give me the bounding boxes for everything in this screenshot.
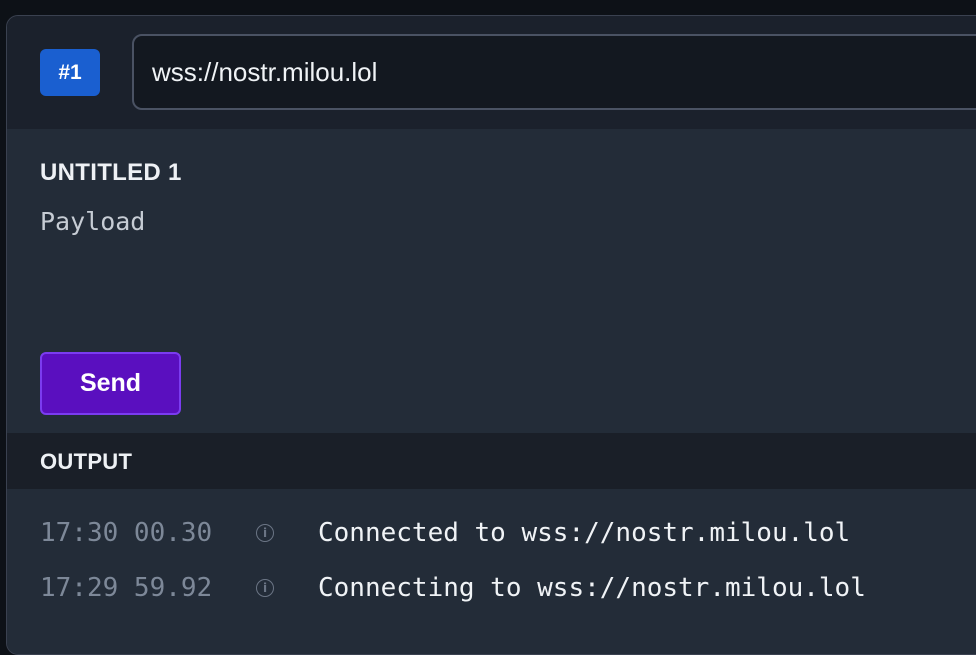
log-entry: 17:30 00.30 i Connected to wss://nostr.m…: [40, 513, 850, 553]
payload-input[interactable]: [40, 207, 940, 327]
connection-bar: #1: [7, 16, 976, 129]
log-entry: 17:29 59.92 i Connecting to wss://nostr.…: [40, 568, 866, 608]
log-message: Connecting to wss://nostr.milou.lol: [318, 573, 866, 603]
output-title: OUTPUT: [40, 449, 133, 474]
editor-section: UNTITLED 1 Send: [7, 129, 976, 433]
log-timestamp: 17:30 00.30: [40, 518, 213, 548]
send-button[interactable]: Send: [40, 352, 181, 415]
relay-panel: #1 UNTITLED 1 Send OUTPUT 17:30 00.30 i …: [6, 15, 976, 655]
log-timestamp: 17:29 59.92: [40, 573, 213, 603]
output-log[interactable]: 17:30 00.30 i Connected to wss://nostr.m…: [7, 489, 976, 654]
output-header: OUTPUT: [7, 433, 976, 489]
info-icon: i: [256, 524, 274, 542]
connection-badge: #1: [40, 49, 100, 96]
relay-url-input[interactable]: [132, 34, 976, 110]
info-icon: i: [256, 579, 274, 597]
document-title: UNTITLED 1: [40, 159, 182, 186]
log-message: Connected to wss://nostr.milou.lol: [318, 518, 851, 548]
